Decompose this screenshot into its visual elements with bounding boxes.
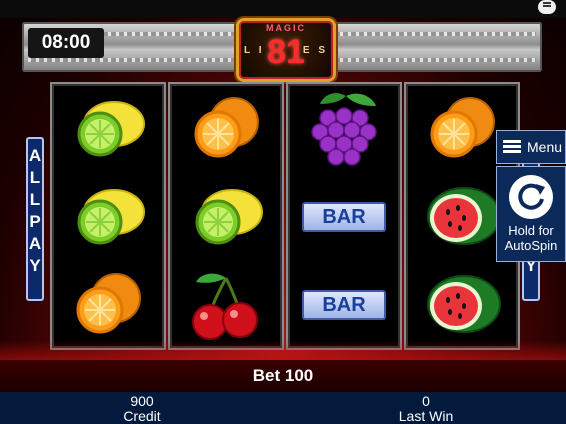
bar-symbol: BAR [288, 172, 400, 260]
lemon-symbol [52, 84, 164, 172]
lastwin-label: Last Win [398, 408, 454, 424]
credit-label: Credit [123, 408, 161, 424]
credit-stat: 900 Credit [72, 394, 212, 424]
lastwin-stat: 0 Last Win [356, 394, 496, 424]
bet-label: Bet 100 [252, 366, 314, 385]
logo-right-letters: E S [302, 45, 328, 56]
menu-button[interactable]: Menu [496, 130, 566, 164]
cherry-symbol [170, 260, 282, 348]
lastwin-value: 0 [422, 393, 430, 409]
autospin-line1: Hold for [508, 223, 554, 238]
game-logo: MAGIC L I 81 E S [236, 18, 336, 82]
allpay-letter: L [29, 190, 41, 209]
bottom-status-bar: 900 Credit 0 Last Win [0, 392, 566, 424]
clock: 08:00 [28, 28, 104, 58]
allpay-letter: L [29, 168, 41, 187]
orange-symbol [52, 260, 164, 348]
bar-symbol: BAR [288, 260, 400, 348]
orange-symbol [170, 84, 282, 172]
refresh-icon [509, 175, 553, 219]
lemon-symbol [170, 172, 282, 260]
watermelon-symbol [406, 260, 518, 348]
menu-label: Menu [527, 139, 563, 155]
allpay-letter: Y [29, 256, 41, 275]
credit-value: 900 [130, 393, 154, 409]
chat-icon[interactable] [538, 0, 556, 14]
allpay-left-banner: A L L P A Y [26, 137, 44, 301]
grapes-symbol [288, 84, 400, 172]
autospin-button[interactable]: Hold for AutoSpin [496, 166, 566, 262]
bar-label: BAR [302, 202, 386, 232]
hamburger-icon [503, 140, 521, 154]
lemon-symbol [52, 172, 164, 260]
bet-bar[interactable]: Bet 100 [0, 360, 566, 392]
bar-label: BAR [302, 290, 386, 320]
allpay-letter: P [29, 212, 41, 231]
top-bar [0, 0, 566, 18]
autospin-line2: AutoSpin [504, 238, 558, 253]
allpay-letter: A [28, 234, 42, 253]
logo-magic-text: MAGIC [266, 23, 306, 33]
allpay-letter: A [28, 146, 42, 165]
